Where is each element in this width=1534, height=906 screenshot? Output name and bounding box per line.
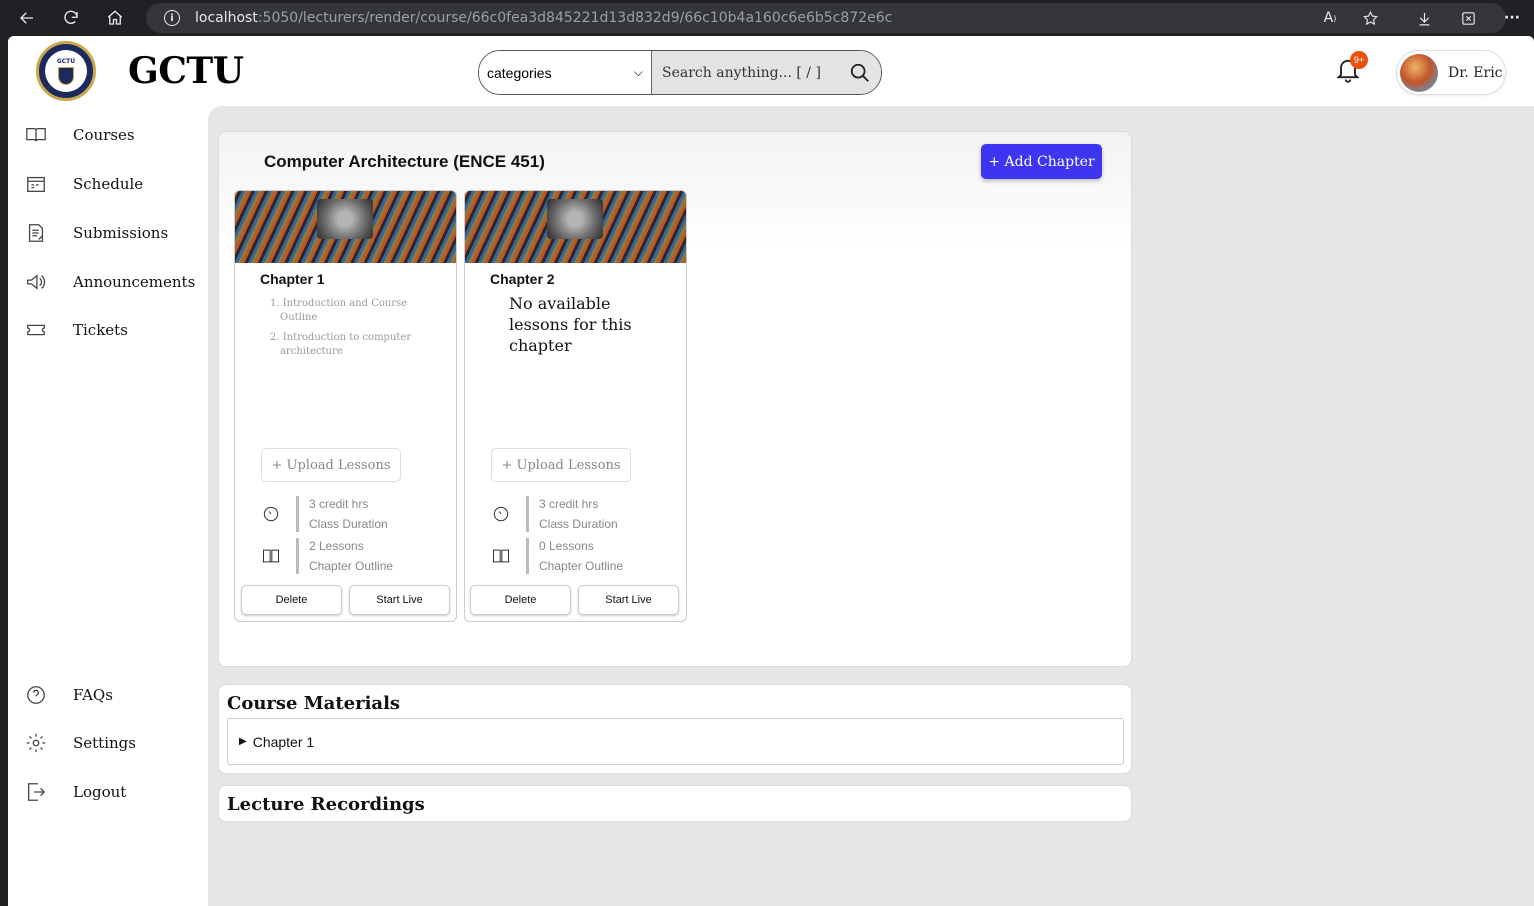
notification-bell[interactable]: 9+ (1334, 51, 1368, 88)
lecture-recordings-title: Lecture Recordings (227, 794, 425, 815)
chapter-card: Chapter 1 1. Introduction and Course Out… (234, 190, 457, 622)
sidebar-item-label: Tickets (73, 321, 128, 339)
sidebar-item-label: Courses (73, 126, 135, 144)
calendar-icon (24, 172, 48, 196)
shield-icon (58, 66, 74, 85)
lesson-count-label: Chapter Outline (309, 559, 394, 573)
site-info-icon[interactable]: i (164, 10, 180, 26)
book-open-icon (490, 545, 512, 567)
logout-icon (24, 780, 48, 804)
sidebar-item-tickets[interactable]: Tickets (24, 315, 204, 345)
lesson-count-label: Chapter Outline (539, 559, 624, 573)
sidebar-item-settings[interactable]: Settings (24, 728, 204, 758)
lesson-count: 0 Lessons (539, 539, 594, 553)
list-item[interactable]: 2. Introduction to computer architecture (270, 331, 420, 359)
sidebar-item-label: FAQs (73, 686, 113, 704)
start-live-button[interactable]: Start Live (349, 585, 450, 615)
ticket-icon (24, 318, 48, 342)
course-card: Computer Architecture (ENCE 451) + Add C… (218, 131, 1132, 667)
url-path: :5050/lecturers/render/course/66c0fea3d8… (257, 10, 893, 26)
search-input[interactable]: Search anything... [ / ] (652, 51, 881, 94)
course-title: Computer Architecture (ENCE 451) (264, 152, 545, 171)
page: GCTU GCTU categories ⌵ Search anything..… (8, 36, 1534, 906)
chapter-outline-info: 0 Lessons Chapter Outline (490, 538, 670, 574)
lesson-count: 2 Lessons (309, 539, 364, 553)
avatar (1400, 53, 1438, 92)
chevron-down-icon: ⌵ (633, 65, 643, 79)
search-bar: categories ⌵ Search anything... [ / ] (478, 50, 882, 95)
user-menu[interactable]: Dr. Eric (1396, 50, 1506, 95)
credit-label: Class Duration (309, 517, 388, 531)
course-materials-section: Course Materials ▶ Chapter 1 (218, 684, 1132, 774)
download-icon[interactable] (1412, 6, 1436, 30)
credit-value: 3 credit hrs (539, 497, 599, 511)
chapter-thumbnail (235, 191, 456, 263)
more-menu-icon[interactable]: ··· (1500, 6, 1524, 30)
document-icon (24, 221, 48, 245)
delete-button[interactable]: Delete (241, 585, 342, 615)
sidebar-item-submissions[interactable]: Submissions (24, 218, 204, 248)
course-materials-title: Course Materials (227, 693, 401, 714)
logo-text: GCTU (56, 57, 76, 65)
clock-icon (490, 503, 512, 525)
gctu-logo[interactable]: GCTU (36, 41, 96, 101)
favorite-star-icon[interactable] (1358, 6, 1382, 30)
chapter-card: Chapter 2 No available lessons for this … (464, 190, 687, 622)
upload-lessons-button[interactable]: + Upload Lessons (491, 448, 631, 482)
class-duration-info: 3 credit hrs Class Duration (490, 496, 670, 532)
sidebar-item-schedule[interactable]: Schedule (24, 169, 204, 199)
sidebar-item-faqs[interactable]: FAQs (24, 680, 204, 710)
book-icon (24, 123, 48, 147)
sidebar-item-label: Submissions (73, 224, 169, 242)
question-icon (24, 683, 48, 707)
book-open-icon (260, 545, 282, 567)
sidebar-item-label: Settings (73, 734, 136, 752)
brand-title: GCTU (128, 50, 244, 92)
home-icon[interactable] (100, 3, 130, 33)
credit-label: Class Duration (539, 517, 618, 531)
browser-toolbar: i localhost:5050/lecturers/render/course… (0, 0, 1534, 36)
chapter-name: Chapter 2 (490, 271, 555, 287)
clock-icon (260, 503, 282, 525)
sidebar-item-courses[interactable]: Courses (24, 120, 204, 150)
extensions-icon[interactable] (1456, 6, 1480, 30)
chapter-name: Chapter 1 (260, 271, 325, 287)
lesson-list: 1. Introduction and Course Outline 2. In… (270, 297, 420, 365)
list-item[interactable]: 1. Introduction and Course Outline (270, 297, 420, 325)
gear-icon (24, 731, 48, 755)
back-icon[interactable] (12, 3, 42, 33)
sidebar-item-label: Announcements (73, 273, 196, 291)
megaphone-icon (24, 270, 48, 294)
user-name: Dr. Eric (1448, 64, 1503, 81)
category-select[interactable]: categories ⌵ (479, 51, 652, 94)
lecture-recordings-section: Lecture Recordings (218, 785, 1132, 822)
class-duration-info: 3 credit hrs Class Duration (260, 496, 440, 532)
sidebar-item-label: Schedule (73, 175, 144, 193)
search-placeholder: Search anything... [ / ] (662, 64, 821, 81)
delete-button[interactable]: Delete (470, 585, 571, 615)
add-chapter-button[interactable]: + Add Chapter (981, 144, 1102, 179)
start-live-button[interactable]: Start Live (578, 585, 679, 615)
url-host: localhost (195, 10, 258, 26)
chapter-thumbnail (465, 191, 686, 263)
triangle-right-icon: ▶ (239, 736, 247, 747)
credit-value: 3 credit hrs (309, 497, 369, 511)
upload-lessons-button[interactable]: + Upload Lessons (261, 448, 401, 482)
sidebar-item-logout[interactable]: Logout (24, 777, 204, 807)
search-icon[interactable] (849, 62, 871, 84)
main-content: Computer Architecture (ENCE 451) + Add C… (208, 106, 1534, 906)
chapter-outline-info: 2 Lessons Chapter Outline (260, 538, 440, 574)
reload-icon[interactable] (56, 3, 86, 33)
accordion-label: Chapter 1 (252, 733, 315, 750)
sidebar-item-announcements[interactable]: Announcements (24, 267, 204, 297)
read-aloud-icon[interactable]: A) (1318, 6, 1342, 30)
address-bar[interactable]: i localhost:5050/lecturers/render/course… (146, 3, 1506, 33)
category-select-value: categories (487, 64, 552, 81)
header: GCTU GCTU categories ⌵ Search anything..… (8, 36, 1534, 106)
notification-badge: 9+ (1350, 51, 1368, 69)
chapter-accordion[interactable]: ▶ Chapter 1 (227, 718, 1124, 765)
sidebar-item-label: Logout (73, 783, 127, 801)
no-lessons-message: No available lessons for this chapter (509, 294, 632, 355)
sidebar: Courses Schedule Submissions Announcemen… (8, 106, 208, 906)
